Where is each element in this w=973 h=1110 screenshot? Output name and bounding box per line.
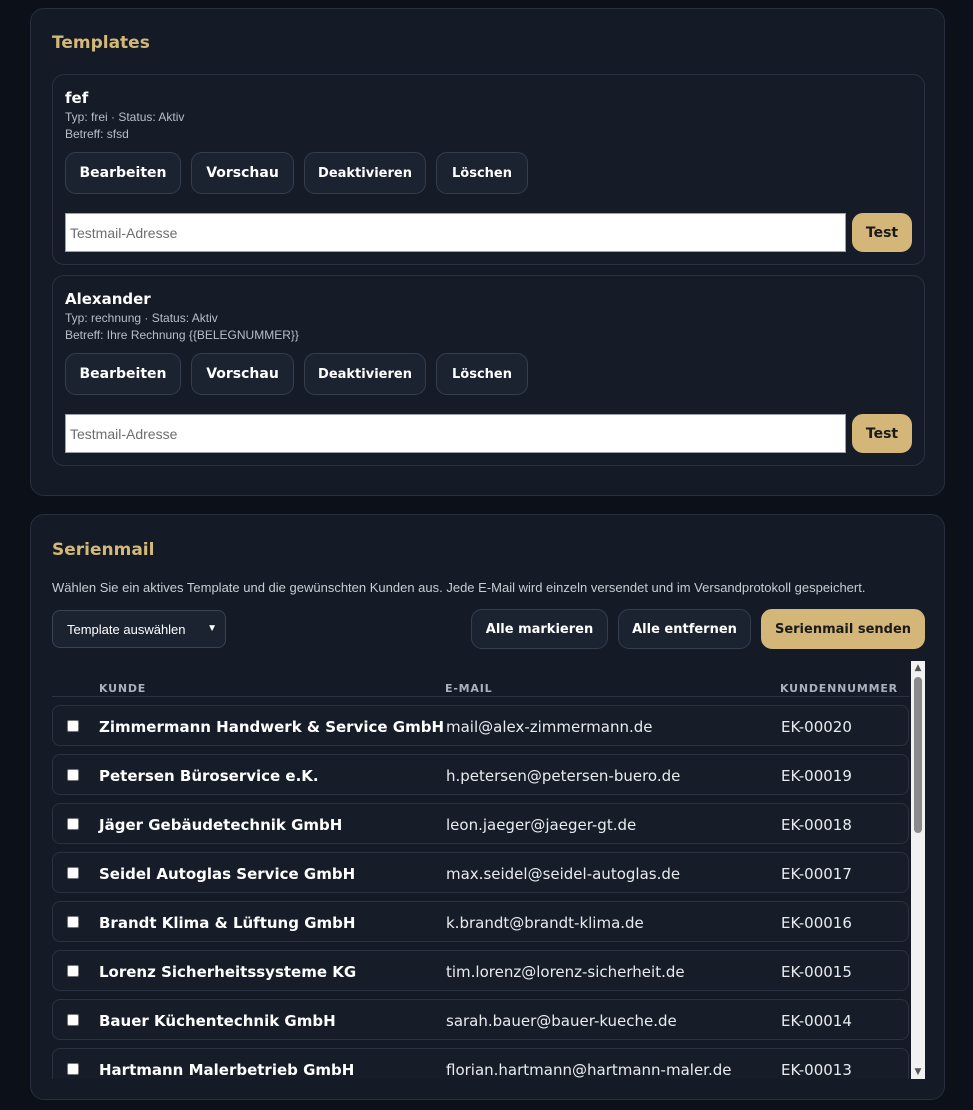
table-header: KUNDE E-MAIL KUNDENNUMMER [52, 661, 909, 697]
row-checkbox[interactable] [67, 720, 79, 732]
table-row: Hartmann Malerbetrieb GmbH florian.hartm… [52, 1048, 909, 1079]
template-subject: Betreff: Ihre Rechnung {{BELEGNUMMER}} [65, 328, 299, 342]
row-checkbox[interactable] [67, 1014, 79, 1026]
row-kunde: Seidel Autoglas Service GmbH [99, 865, 356, 883]
row-kunde: Petersen Büroservice e.K. [99, 767, 319, 785]
template-name: fef [65, 89, 89, 107]
template-meta: Typ: rechnung · Status: Aktiv [65, 311, 218, 325]
template-meta: Typ: frei · Status: Aktiv [65, 110, 185, 124]
chevron-down-icon: ▼ [207, 623, 217, 634]
row-kunde: Hartmann Malerbetrieb GmbH [99, 1061, 355, 1079]
template-select[interactable]: Template auswählen ▼ [52, 610, 226, 648]
scrollbar-thumb[interactable] [914, 677, 922, 833]
unmark-all-button[interactable]: Alle entfernen [618, 609, 751, 649]
table-row: Brandt Klima & Lüftung GmbH k.brandt@bra… [52, 901, 909, 942]
row-kundennummer: EK-00013 [781, 1061, 852, 1079]
row-kundennummer: EK-00016 [781, 914, 852, 932]
template-name: Alexander [65, 290, 151, 308]
row-email: sarah.bauer@bauer-kueche.de [446, 1012, 677, 1030]
serienmail-panel: Serienmail Wählen Sie ein aktives Templa… [30, 514, 945, 1100]
table-row: Petersen Büroservice e.K. h.petersen@pet… [52, 754, 909, 795]
test-button[interactable]: Test [852, 213, 912, 252]
customer-table: KUNDE E-MAIL KUNDENNUMMER Zimmermann Han… [52, 661, 925, 1079]
test-button[interactable]: Test [852, 414, 912, 453]
preview-button[interactable]: Vorschau [191, 353, 294, 395]
row-checkbox[interactable] [67, 818, 79, 830]
table-row: Lorenz Sicherheitssysteme KG tim.lorenz@… [52, 950, 909, 991]
serienmail-title: Serienmail [52, 540, 155, 560]
template-select-value: Template auswählen [67, 621, 186, 637]
template-card-fef: fef Typ: frei · Status: Aktiv Betreff: s… [52, 74, 925, 265]
row-checkbox[interactable] [67, 965, 79, 977]
row-email: max.seidel@seidel-autoglas.de [446, 865, 681, 883]
template-card-alexander: Alexander Typ: rechnung · Status: Aktiv … [52, 275, 925, 466]
edit-button[interactable]: Bearbeiten [65, 152, 181, 194]
row-checkbox[interactable] [67, 867, 79, 879]
send-serienmail-button[interactable]: Serienmail senden [761, 609, 925, 649]
row-kundennummer: EK-00017 [781, 865, 852, 883]
test-email-input[interactable] [65, 414, 846, 453]
arrow-down-icon[interactable]: ▼ [913, 1066, 923, 1078]
arrow-up-icon[interactable]: ▲ [913, 662, 923, 674]
template-subject: Betreff: sfsd [65, 127, 129, 141]
table-row: Bauer Küchentechnik GmbH sarah.bauer@bau… [52, 999, 909, 1040]
table-row: Zimmermann Handwerk & Service GmbH mail@… [52, 705, 909, 746]
row-checkbox[interactable] [67, 769, 79, 781]
row-email: mail@alex-zimmermann.de [446, 718, 653, 736]
templates-panel: Templates fef Typ: frei · Status: Aktiv … [30, 8, 945, 496]
table-row: Jäger Gebäudetechnik GmbH leon.jaeger@ja… [52, 803, 909, 844]
delete-button[interactable]: Löschen [436, 353, 528, 395]
row-kundennummer: EK-00020 [781, 718, 852, 736]
preview-button[interactable]: Vorschau [191, 152, 294, 194]
serienmail-description: Wählen Sie ein aktives Template und die … [52, 580, 866, 595]
row-checkbox[interactable] [67, 1063, 79, 1075]
row-kunde: Bauer Küchentechnik GmbH [99, 1012, 336, 1030]
test-email-input[interactable] [65, 213, 846, 252]
row-kunde: Jäger Gebäudetechnik GmbH [99, 816, 343, 834]
mark-all-button[interactable]: Alle markieren [471, 609, 608, 649]
row-kundennummer: EK-00019 [781, 767, 852, 785]
row-checkbox[interactable] [67, 916, 79, 928]
row-kundennummer: EK-00018 [781, 816, 852, 834]
deactivate-button[interactable]: Deaktivieren [304, 152, 426, 194]
delete-button[interactable]: Löschen [436, 152, 528, 194]
templates-title: Templates [52, 33, 150, 53]
deactivate-button[interactable]: Deaktivieren [304, 353, 426, 395]
column-header-kundennummer: KUNDENNUMMER [780, 682, 898, 695]
column-header-kunde: KUNDE [99, 682, 147, 695]
row-kundennummer: EK-00014 [781, 1012, 852, 1030]
edit-button[interactable]: Bearbeiten [65, 353, 181, 395]
row-kunde: Lorenz Sicherheitssysteme KG [99, 963, 357, 981]
table-scrollbar[interactable]: ▲ ▼ [911, 661, 925, 1079]
row-kunde: Brandt Klima & Lüftung GmbH [99, 914, 356, 932]
table-row: Seidel Autoglas Service GmbH max.seidel@… [52, 852, 909, 893]
row-email: tim.lorenz@lorenz-sicherheit.de [446, 963, 685, 981]
row-kundennummer: EK-00015 [781, 963, 852, 981]
row-email: florian.hartmann@hartmann-maler.de [446, 1061, 732, 1079]
row-email: leon.jaeger@jaeger-gt.de [446, 816, 637, 834]
row-kunde: Zimmermann Handwerk & Service GmbH [99, 718, 445, 736]
row-email: h.petersen@petersen-buero.de [446, 767, 681, 785]
column-header-email: E-MAIL [445, 682, 493, 695]
row-email: k.brandt@brandt-klima.de [446, 914, 644, 932]
